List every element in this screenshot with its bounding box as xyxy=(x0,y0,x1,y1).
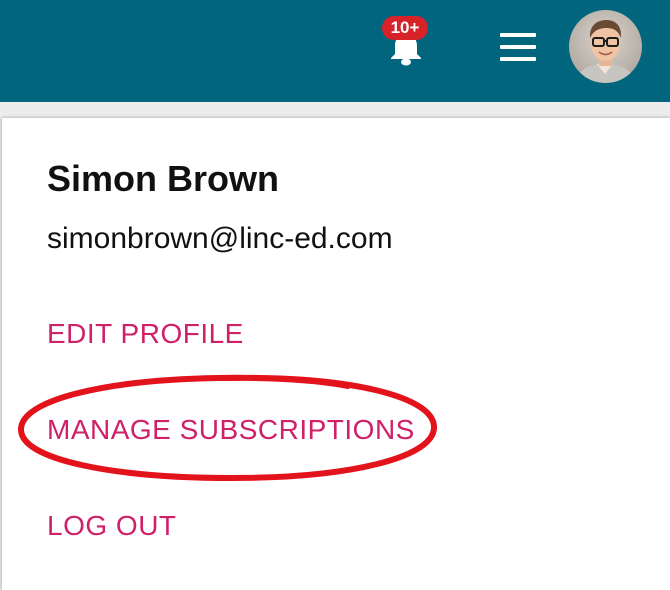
hamburger-line-middle xyxy=(500,45,536,49)
edit-profile-link[interactable]: EDIT PROFILE xyxy=(47,318,244,350)
profile-name: Simon Brown xyxy=(47,158,279,199)
notifications-button[interactable]: 10+ xyxy=(380,14,436,70)
hamburger-menu-button[interactable] xyxy=(498,33,538,61)
log-out-link[interactable]: LOG OUT xyxy=(47,510,177,542)
hamburger-line-top xyxy=(500,33,536,37)
hamburger-line-bottom xyxy=(500,57,536,61)
manage-subscriptions-link[interactable]: MANAGE SUBSCRIPTIONS xyxy=(47,414,415,446)
notification-count-badge: 10+ xyxy=(382,16,428,40)
profile-dropdown-panel: Simon Brown simonbrown@linc-ed.com EDIT … xyxy=(2,118,670,590)
avatar-photo xyxy=(569,10,642,83)
user-avatar[interactable] xyxy=(569,10,642,83)
top-app-bar: 10+ xyxy=(0,0,670,102)
profile-email: simonbrown@linc-ed.com xyxy=(47,222,393,255)
